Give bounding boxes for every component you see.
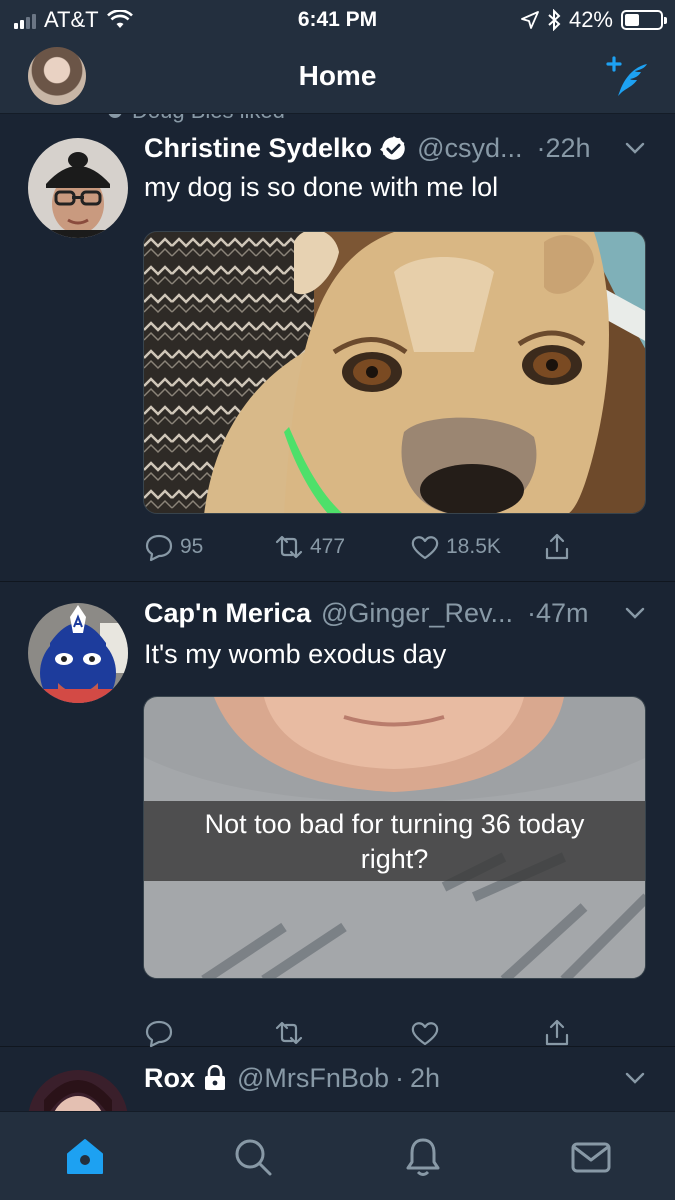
handle[interactable]: @MrsFnBob <box>237 1063 389 1094</box>
page-title: Home <box>298 60 377 91</box>
battery-icon <box>621 10 667 30</box>
reply-icon <box>145 1020 173 1048</box>
wifi-icon <box>106 10 133 28</box>
search-icon[interactable] <box>232 1136 274 1178</box>
carrier-label: AT&T <box>44 7 99 32</box>
location-icon <box>521 11 539 29</box>
feather-icon <box>618 64 647 96</box>
display-name[interactable]: Cap'n Merica <box>144 598 311 629</box>
home-icon[interactable] <box>64 1136 106 1178</box>
chevron-down-icon[interactable] <box>623 1066 647 1090</box>
compose-tweet-button[interactable] <box>605 54 651 100</box>
timeline-feed[interactable]: Doug Bies liked Christine Sydelko <box>0 114 675 1111</box>
tweet-text: It's my womb exodus day <box>144 639 447 669</box>
time-separator: · <box>394 1062 404 1093</box>
chevron-down-icon[interactable] <box>623 601 647 625</box>
retweet-button[interactable] <box>274 1018 304 1048</box>
avatar[interactable] <box>28 1070 128 1111</box>
tweet-image[interactable] <box>143 231 646 514</box>
battery-level-fill <box>625 14 640 26</box>
snapchat-caption: Not too bad for turning 36 today right? <box>204 809 585 874</box>
like-button[interactable] <box>410 1018 440 1048</box>
verified-badge-icon <box>380 135 405 160</box>
retweet-count: 477 <box>310 535 346 558</box>
navigation-bar: Home <box>0 40 675 114</box>
reply-button[interactable] <box>144 1018 174 1048</box>
timestamp: 22h <box>545 132 591 163</box>
like-count: 18.5K <box>446 535 501 558</box>
share-icon <box>545 1019 569 1046</box>
retweet-button[interactable]: 477 <box>274 532 345 562</box>
share-button[interactable] <box>542 1018 572 1048</box>
time-separator: · <box>526 597 536 628</box>
display-name[interactable]: Christine Sydelko <box>144 133 372 164</box>
cellular-signal-icon <box>14 11 36 29</box>
tweet-text: my dog is so done with me lol <box>144 172 499 202</box>
tweet-actions: 95 477 18.5K <box>144 532 584 564</box>
avatar[interactable] <box>28 138 128 238</box>
tweet[interactable]: Christine Sydelko @csyd... · 22h my dog … <box>0 114 675 582</box>
tweet[interactable]: Rox @MrsFnBob · 2h <box>0 1048 675 1111</box>
handle[interactable]: @csyd... <box>417 133 522 164</box>
like-button[interactable]: 18.5K <box>410 532 501 562</box>
retweet-icon <box>275 1021 303 1045</box>
reply-count: 95 <box>180 535 204 558</box>
tweet-image[interactable]: Not too bad for turning 36 today right? <box>143 696 646 979</box>
handle[interactable]: @Ginger_Rev... <box>321 598 513 629</box>
tweet-actions <box>144 1018 584 1050</box>
tab-bar <box>0 1111 675 1200</box>
share-button[interactable] <box>542 532 572 562</box>
heart-icon <box>411 536 439 560</box>
avatar[interactable] <box>28 603 128 703</box>
time-separator: · <box>536 132 546 163</box>
display-name[interactable]: Rox <box>144 1063 195 1094</box>
bluetooth-icon <box>548 9 561 31</box>
battery-percent: 42% <box>568 7 613 32</box>
timestamp: 2h <box>409 1062 441 1093</box>
lock-icon <box>205 1065 226 1090</box>
chevron-down-icon[interactable] <box>623 136 647 160</box>
retweet-icon <box>275 535 303 559</box>
notifications-icon[interactable] <box>402 1136 444 1178</box>
reply-icon <box>145 534 173 562</box>
reply-button[interactable]: 95 <box>144 532 203 562</box>
status-bar: AT&T 6:41 PM 42% <box>0 0 675 40</box>
share-icon <box>545 533 569 560</box>
timestamp: 47m <box>535 597 589 628</box>
heart-icon <box>411 1022 439 1046</box>
tweet[interactable]: Cap'n Merica @Ginger_Rev... · 47m It's m… <box>0 583 675 1050</box>
messages-icon[interactable] <box>570 1136 612 1178</box>
